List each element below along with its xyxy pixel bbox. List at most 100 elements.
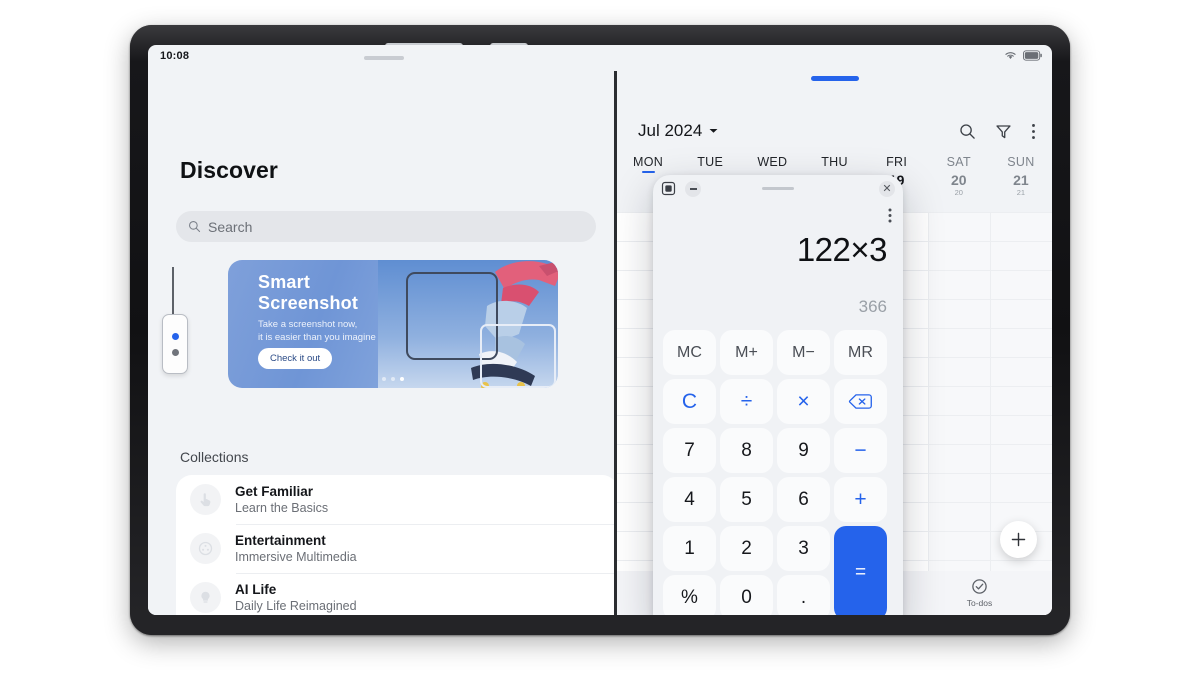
calculator-expression: 122×3 [796, 231, 888, 268]
screenshot-frame-inner [480, 324, 556, 388]
nav-tab-todos[interactable]: To-dos [907, 578, 1052, 608]
memory-clear-key[interactable]: MC [663, 330, 716, 375]
day-column-header[interactable]: SAT 20 20 [928, 155, 990, 212]
weekend-column[interactable] [927, 212, 990, 585]
digit-2-key[interactable]: 2 [720, 526, 773, 571]
pagination-dot[interactable] [391, 377, 395, 381]
close-icon[interactable]: ✕ [879, 181, 895, 197]
list-item-subtitle: Learn the Basics [235, 500, 329, 515]
day-sublabel: 21 [1016, 188, 1026, 197]
month-selector[interactable]: Jul 2024 [638, 121, 718, 141]
maximize-icon[interactable] [661, 181, 676, 196]
digit-7-key[interactable]: 7 [663, 428, 716, 473]
side-dock[interactable] [162, 314, 188, 374]
banner-pagination-dots[interactable] [382, 377, 404, 381]
add-key[interactable]: + [834, 477, 887, 522]
memory-add-key[interactable]: M+ [720, 330, 773, 375]
calculator-result: 366 [858, 297, 887, 316]
list-item-text: AI Life Daily Life Reimagined [235, 582, 357, 614]
list-item-text: Get Familiar Learn the Basics [235, 484, 328, 516]
memory-subtract-key[interactable]: M− [777, 330, 830, 375]
list-item-subtitle: Immersive Multimedia [235, 549, 357, 564]
screenshot-root: 10:08 Discover Search Smart Screenshot T… [0, 0, 1200, 675]
search-icon [189, 221, 201, 233]
search-icon[interactable] [959, 123, 976, 140]
search-input[interactable]: Search [176, 211, 596, 242]
pagination-dot-active[interactable] [400, 377, 404, 381]
day-column-header[interactable]: SUN 21 21 [990, 155, 1052, 212]
dock-connector [172, 267, 174, 315]
digit-8-key[interactable]: 8 [720, 428, 773, 473]
subtract-key[interactable]: − [834, 428, 887, 473]
digit-4-key[interactable]: 4 [663, 477, 716, 522]
tap-gesture-icon [190, 484, 221, 515]
banner-title-line2: Screenshot [258, 293, 359, 313]
pagination-dot[interactable] [382, 377, 386, 381]
digit-5-key[interactable]: 5 [720, 477, 773, 522]
status-bar: 10:08 [148, 45, 1052, 71]
banner-subtitle-line1: Take a screenshot now, [258, 319, 358, 330]
banner-title-line1: Smart [258, 272, 311, 292]
filter-icon[interactable] [995, 123, 1012, 140]
search-placeholder: Search [208, 218, 253, 235]
grid-line-vertical [989, 212, 991, 585]
day-sublabel: 20 [954, 188, 963, 197]
calculator-keypad: MC M+ M− MR C ÷ × 7 8 9 − 4 5 6 + 1 2 3 … [663, 330, 893, 615]
tablet-device: 10:08 Discover Search Smart Screenshot T… [130, 25, 1070, 635]
digit-1-key[interactable]: 1 [663, 526, 716, 571]
day-name: TUE [697, 155, 724, 169]
list-item[interactable]: Get Familiar Learn the Basics [176, 475, 618, 524]
banner-subtitle: Take a screenshot now, it is easier than… [258, 318, 376, 344]
minimize-icon[interactable] [685, 181, 701, 197]
divide-key[interactable]: ÷ [720, 379, 773, 424]
page-title: Discover [180, 157, 278, 183]
list-item-text: Entertainment Immersive Multimedia [235, 533, 357, 565]
multiply-key[interactable]: × [777, 379, 830, 424]
day-number: 21 [1013, 172, 1029, 188]
lightbulb-icon [190, 582, 221, 613]
day-name: WED [757, 155, 788, 169]
backspace-icon [848, 394, 872, 409]
chevron-down-icon [709, 129, 718, 133]
collections-list: Get Familiar Learn the Basics Entertainm… [176, 475, 618, 615]
clear-key[interactable]: C [663, 379, 716, 424]
digit-9-key[interactable]: 9 [777, 428, 830, 473]
dock-app-icon[interactable] [171, 348, 179, 356]
day-name: SAT [946, 155, 971, 169]
banner-title: Smart Screenshot [258, 272, 358, 314]
calendar-toolbar [959, 123, 1036, 140]
promo-banner[interactable]: Smart Screenshot Take a screenshot now, … [228, 260, 558, 388]
tablet-screen: 10:08 Discover Search Smart Screenshot T… [148, 45, 1052, 615]
list-item[interactable]: AI Life Daily Life Reimagined [176, 573, 618, 615]
list-item-title: AI Life [235, 581, 277, 597]
add-event-button[interactable] [1000, 521, 1037, 558]
digit-0-key[interactable]: 0 [720, 575, 773, 615]
list-item-subtitle: Daily Life Reimagined [235, 598, 357, 613]
month-label: Jul 2024 [638, 121, 703, 140]
window-handle-indicator[interactable] [810, 76, 859, 81]
status-bar-icons [1004, 50, 1042, 61]
equals-key[interactable]: = [834, 526, 887, 615]
banner-cta-button[interactable]: Check it out [258, 348, 333, 369]
more-vertical-icon[interactable] [888, 208, 892, 223]
percent-key[interactable]: % [663, 575, 716, 615]
plus-icon [1011, 532, 1026, 547]
digit-3-key[interactable]: 3 [777, 526, 830, 571]
list-item-title: Entertainment [235, 532, 326, 548]
check-circle-icon [972, 579, 987, 594]
more-vertical-icon[interactable] [1031, 123, 1036, 140]
list-item-title: Get Familiar [235, 483, 314, 499]
backspace-key[interactable] [834, 379, 887, 424]
day-name: THU [821, 155, 848, 169]
calculator-titlebar[interactable]: ✕ [653, 175, 903, 203]
drag-handle-icon[interactable] [762, 187, 794, 190]
decimal-point-key[interactable]: . [777, 575, 830, 615]
collections-heading: Collections [180, 449, 249, 465]
dock-app-icon[interactable] [171, 332, 179, 340]
nav-tab-label: To-dos [966, 598, 993, 608]
memory-recall-key[interactable]: MR [834, 330, 887, 375]
list-item[interactable]: Entertainment Immersive Multimedia [176, 524, 618, 573]
day-name: MON [633, 155, 664, 169]
digit-6-key[interactable]: 6 [777, 477, 830, 522]
calculator-window[interactable]: ✕ 122×3 366 MC M+ M− MR C ÷ × 7 8 9 − 4 … [653, 175, 903, 615]
